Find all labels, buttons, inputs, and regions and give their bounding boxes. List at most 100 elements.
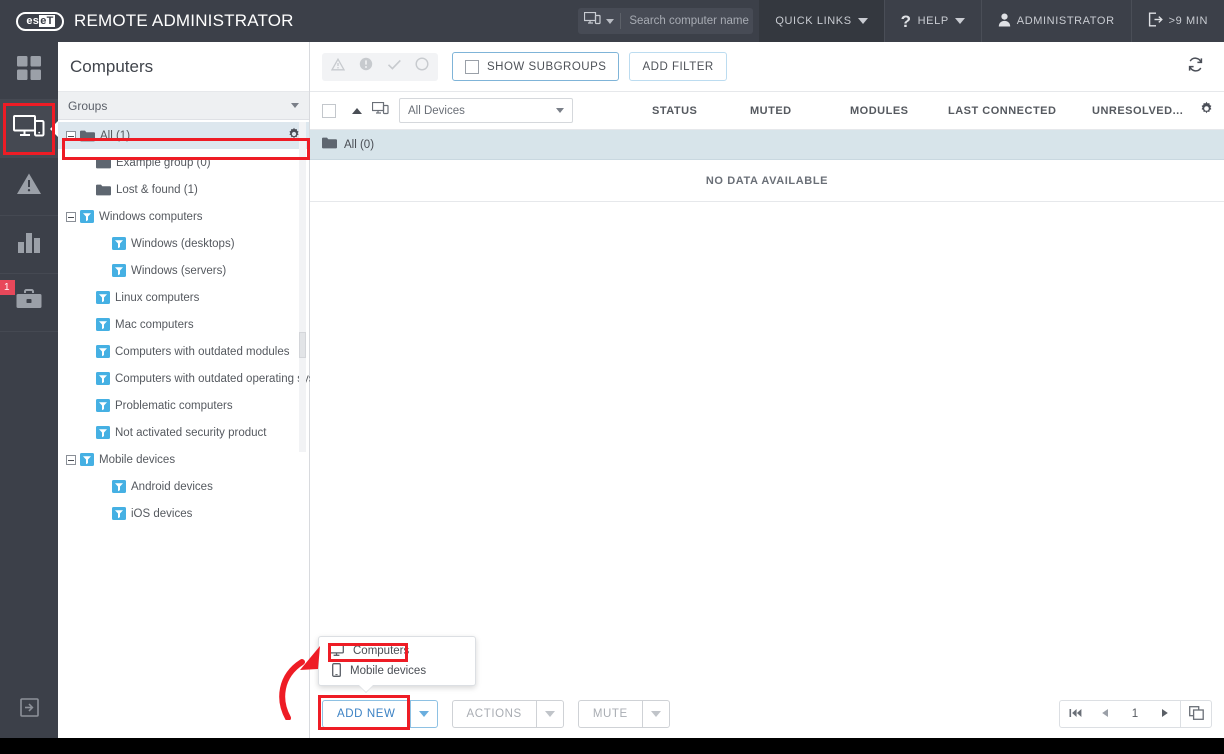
tree-item-lost-found-1[interactable]: Lost & found (1) <box>58 176 309 203</box>
filter-unknown-button[interactable] <box>408 53 436 81</box>
tree-item-android-devices[interactable]: Android devices <box>58 473 309 500</box>
select-all-checkbox[interactable] <box>322 103 336 118</box>
logout-session[interactable]: >9 MIN <box>1130 0 1224 42</box>
search-scope-chevron-down-icon[interactable] <box>606 18 615 24</box>
computer-mobile-icon <box>13 114 45 143</box>
tree-item-label: Mobile devices <box>99 453 176 466</box>
tree-item-computers-with-outdated-operating-system[interactable]: Computers with outdated operating system <box>58 365 334 392</box>
popup-item-mobile-devices[interactable]: Mobile devices <box>319 661 475 681</box>
session-timer-label: >9 MIN <box>1168 15 1208 27</box>
tree-expander-toggle[interactable] <box>66 454 76 465</box>
tree-expander-toggle[interactable] <box>66 211 76 222</box>
filter-warning-button[interactable] <box>324 53 352 81</box>
administrator-label: ADMINISTRATOR <box>1016 15 1115 27</box>
page-number[interactable]: 1 <box>1120 701 1150 727</box>
help-menu[interactable]: ? HELP <box>883 0 981 42</box>
first-page-button[interactable] <box>1060 701 1090 727</box>
add-filter-label: ADD FILTER <box>642 60 714 73</box>
refresh-button[interactable] <box>1178 50 1212 84</box>
groups-selector[interactable]: Groups <box>58 92 309 120</box>
column-header-muted[interactable]: MUTED <box>750 105 792 117</box>
column-header-last-connected[interactable]: LAST CONNECTED <box>948 105 1056 117</box>
add-new-dropdown-button[interactable] <box>409 700 438 728</box>
tree-item-label: Lost & found (1) <box>116 183 198 196</box>
question-mark-icon: ? <box>900 11 912 31</box>
tree-item-mobile-devices[interactable]: Mobile devices <box>58 446 309 473</box>
tree-item-label: Windows (desktops) <box>131 237 235 250</box>
tree-item-problematic-computers[interactable]: Problematic computers <box>58 392 309 419</box>
admin-badge: 1 <box>0 280 15 295</box>
prev-page-icon <box>1101 708 1109 721</box>
quick-links-menu[interactable]: QUICK LINKS <box>759 0 884 52</box>
groups-tree-scrollbar[interactable] <box>299 122 306 452</box>
tree-item-label: Problematic computers <box>115 399 233 412</box>
gear-icon[interactable] <box>1199 101 1214 121</box>
table-group-row[interactable]: All (0) <box>310 130 1224 160</box>
device-type-filter-select[interactable]: All Devices <box>399 98 573 123</box>
main-content: SHOW SUBGROUPS ADD FILTER All Devices ST… <box>310 42 1224 738</box>
table-group-row-label: All (0) <box>344 138 375 151</box>
filter-group-icon <box>112 264 126 277</box>
sidebar-item-admin[interactable]: 1 <box>0 274 58 332</box>
tree-item-linux-computers[interactable]: Linux computers <box>58 284 309 311</box>
actions-dropdown-button[interactable] <box>535 700 564 728</box>
sidebar-item-reports[interactable] <box>0 216 58 274</box>
scrollbar-thumb[interactable] <box>299 332 306 358</box>
show-subgroups-button[interactable]: SHOW SUBGROUPS <box>452 52 620 81</box>
refresh-icon <box>1187 56 1204 78</box>
show-subgroups-checkbox[interactable] <box>465 59 479 74</box>
folder-icon <box>80 130 95 142</box>
sidebar-item-computers[interactable] <box>0 100 58 158</box>
chevron-down-icon <box>291 103 299 108</box>
actions-button-group: ACTIONS <box>451 700 564 728</box>
filter-ok-button[interactable] <box>380 53 408 81</box>
tree-item-example-group-0[interactable]: Example group (0) <box>58 149 309 176</box>
warning-triangle-icon <box>16 172 42 201</box>
chevron-down-icon <box>857 18 868 24</box>
computer-mobile-icon <box>584 11 601 30</box>
sort-ascending-icon[interactable] <box>352 107 362 114</box>
warning-triangle-icon <box>330 57 346 76</box>
filter-group-icon <box>112 480 126 493</box>
tree-item-label: All (1) <box>100 129 131 142</box>
add-new-button[interactable]: ADD NEW <box>322 700 410 728</box>
tree-item-windows-servers[interactable]: Windows (servers) <box>58 257 309 284</box>
mute-dropdown-button[interactable] <box>641 700 670 728</box>
search-input[interactable] <box>629 15 750 27</box>
sidebar-item-dashboard[interactable] <box>0 42 58 100</box>
column-header-unresolved[interactable]: UNRESOLVED... <box>1092 105 1183 117</box>
tree-item-all-1[interactable]: All (1) <box>58 122 309 149</box>
collapse-panel-button[interactable] <box>0 698 58 722</box>
filter-alert-button[interactable] <box>352 53 380 81</box>
duplicate-page-button[interactable] <box>1181 701 1211 727</box>
previous-page-button[interactable] <box>1090 701 1120 727</box>
tree-item-windows-computers[interactable]: Windows computers <box>58 203 309 230</box>
logo-text-et: eT <box>39 15 55 27</box>
tree-item-label: Windows (servers) <box>131 264 227 277</box>
header-spacer <box>294 0 579 42</box>
tree-item-mac-computers[interactable]: Mac computers <box>58 311 309 338</box>
mute-button[interactable]: MUTE <box>577 700 642 728</box>
tree-item-not-activated-security-product[interactable]: Not activated security product <box>58 419 309 446</box>
chevron-down-icon <box>556 108 564 113</box>
tree-expander-toggle[interactable] <box>66 130 76 141</box>
tree-item-label: Mac computers <box>115 318 194 331</box>
logout-icon <box>1148 12 1163 30</box>
actions-button[interactable]: ACTIONS <box>451 700 536 728</box>
sidebar-item-detections[interactable] <box>0 158 58 216</box>
main-toolbar: SHOW SUBGROUPS ADD FILTER <box>310 42 1224 92</box>
popup-item-mobile-devices-label: Mobile devices <box>350 665 427 677</box>
column-header-modules[interactable]: MODULES <box>850 105 909 117</box>
add-filter-button[interactable]: ADD FILTER <box>629 52 727 81</box>
tree-item-label: Example group (0) <box>116 156 211 169</box>
filter-group-icon <box>96 318 110 331</box>
popup-item-computers[interactable]: Computers <box>319 641 475 661</box>
next-page-button[interactable] <box>1150 701 1180 727</box>
tree-item-ios-devices[interactable]: iOS devices <box>58 500 309 527</box>
tree-item-windows-desktops[interactable]: Windows (desktops) <box>58 230 309 257</box>
column-header-status[interactable]: STATUS <box>652 105 697 117</box>
tree-item-computers-with-outdated-modules[interactable]: Computers with outdated modules <box>58 338 309 365</box>
left-navigation: 1 <box>0 42 58 738</box>
search-box[interactable] <box>578 8 754 34</box>
administrator-menu[interactable]: ADMINISTRATOR <box>980 0 1131 42</box>
